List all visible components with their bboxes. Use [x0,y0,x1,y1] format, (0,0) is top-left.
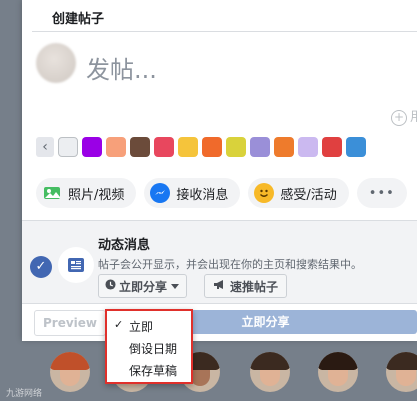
boost-post-label: 速推帖子 [230,279,279,294]
photo-video-label: 照片/视频 [68,187,125,203]
receive-messages-button[interactable]: 接收消息 [144,178,241,208]
background-swatch[interactable] [178,137,198,157]
background-swatch[interactable] [274,137,294,157]
dropdown-item-label: 立即 [129,320,154,334]
avatar[interactable] [318,352,358,392]
messenger-icon [150,183,171,203]
more-icon: ••• [368,185,395,201]
smiley-icon [254,183,275,203]
post-text-input[interactable]: 发帖... [86,50,157,85]
plus-icon: + [390,110,407,126]
avatar[interactable] [50,352,90,392]
background-swatch[interactable] [58,137,78,157]
photo-icon [42,183,62,203]
feed-description: 帖子会公开显示，并会出现在你的主页和搜索结果中。 [98,258,362,271]
background-swatch[interactable] [226,137,246,157]
share-timing-label: 立即分享 [119,279,168,294]
swatch-list [58,137,366,159]
more-options-button[interactable]: ••• [356,178,407,208]
avatar[interactable] [386,352,417,392]
feeling-activity-label: 感受/活动 [280,187,337,203]
feed-title: 动态消息 [98,238,151,253]
news-feed-icon [58,247,94,283]
background-picker: ‹ [36,137,366,159]
title-divider [32,31,417,32]
share-timing-select[interactable]: 立即分享 [98,274,188,298]
chevron-left-icon[interactable]: ‹ [36,137,54,157]
clock-icon [105,279,116,293]
share-timing-dropdown: ✓ 立即 倒设日期 保存草稿 [105,309,193,384]
check-icon: ✓ [114,318,124,331]
megaphone-icon [213,279,226,293]
background-swatch[interactable] [106,137,126,157]
background-swatch[interactable] [202,137,222,157]
background-swatch[interactable] [82,137,102,157]
dropdown-item-now[interactable]: ✓ 立即 [107,315,191,337]
dropdown-item-draft[interactable]: 保存草稿 [107,359,191,381]
avatar[interactable] [250,352,290,392]
preview-button[interactable]: Preview [34,310,106,336]
receive-messages-label: 接收消息 [176,187,229,203]
dropdown-item-schedule[interactable]: 倒设日期 [107,337,191,359]
photo-video-button[interactable]: 照片/视频 [36,178,137,208]
background-swatch[interactable] [322,137,342,157]
background-swatch[interactable] [298,137,318,157]
tag-hint-label: 用 [409,110,417,125]
chevron-down-icon [170,279,180,293]
background-swatch[interactable] [346,137,366,157]
check-icon[interactable]: ✓ [30,256,52,278]
dropdown-item-label: 保存草稿 [129,364,178,378]
dropdown-item-label: 倒设日期 [129,342,178,356]
avatar [36,43,76,83]
feeling-activity-button[interactable]: 感受/活动 [248,178,349,208]
create-post-dialog: 创建帖子 发帖... + 用 ‹ 照片/视频 接收消息 感受/活动 ••• ✓ … [22,0,417,341]
post-actions: 照片/视频 接收消息 感受/活动 ••• [36,178,407,208]
background-swatch[interactable] [130,137,150,157]
background-swatch[interactable] [154,137,174,157]
tag-people-hint[interactable]: + 用 [390,106,417,126]
dialog-footer: Preview 立即分享 [22,303,417,341]
dialog-title: 创建帖子 [52,12,105,27]
news-feed-section: ✓ 动态消息 帖子会公开显示，并会出现在你的主页和搜索结果中。 立即分享 速推帖… [22,220,417,304]
watermark-label: 九游网络 [6,389,43,399]
boost-post-button[interactable]: 速推帖子 [204,274,288,298]
background-swatch[interactable] [250,137,270,157]
friends-avatar-strip [0,348,417,401]
